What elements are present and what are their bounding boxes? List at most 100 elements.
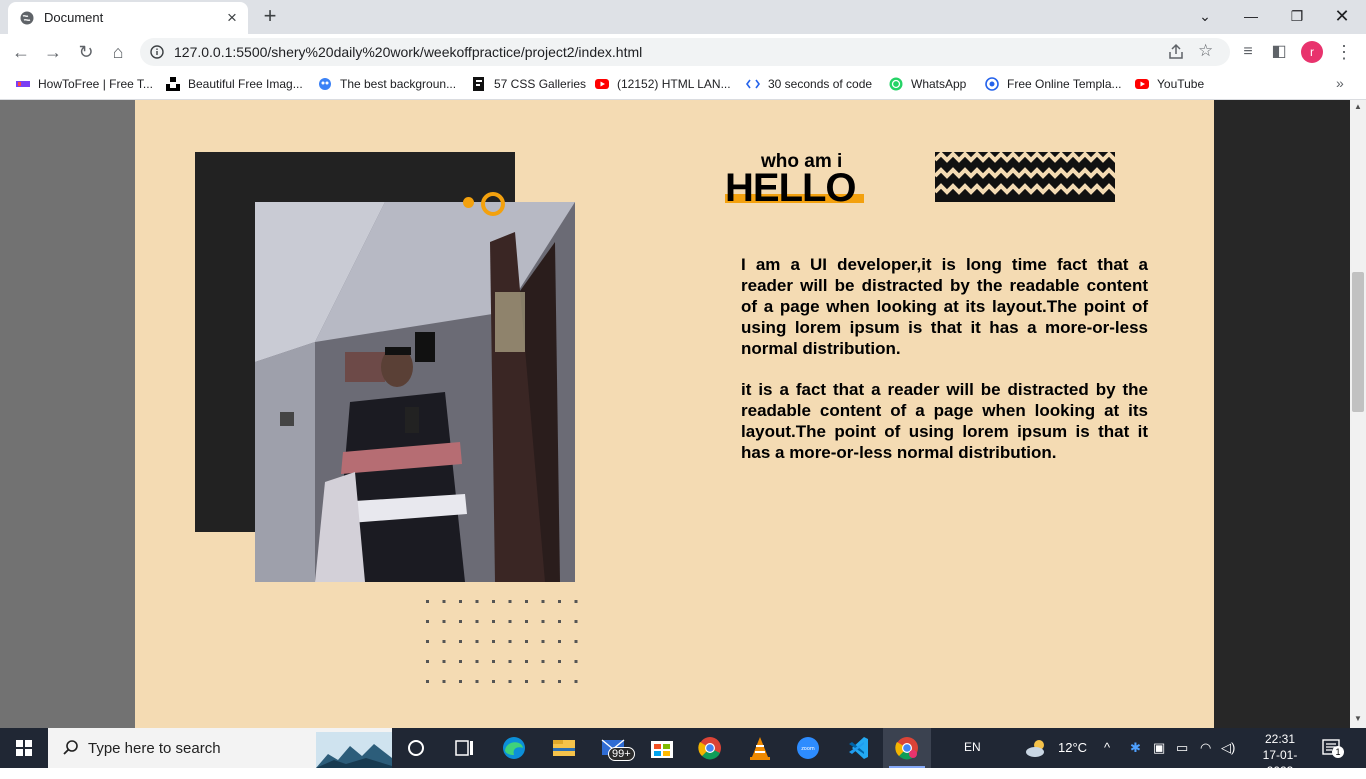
new-tab-button[interactable]: +: [260, 5, 280, 27]
zoom-icon[interactable]: zoom: [784, 728, 832, 768]
youtube-icon: [1135, 79, 1149, 89]
code-icon: [746, 79, 760, 89]
side-panel-icon[interactable]: ◧: [1268, 41, 1290, 63]
unsplash-icon: [166, 77, 180, 91]
notification-center-icon[interactable]: 1: [1322, 738, 1344, 758]
info-icon[interactable]: [150, 45, 164, 59]
template-icon: [985, 77, 999, 91]
scroll-up-arrow-icon[interactable]: ▲: [1354, 102, 1362, 111]
home-icon[interactable]: ⌂: [107, 41, 129, 63]
system-clock[interactable]: 22:31 17-01-2023: [1252, 731, 1308, 779]
grid-dot: [525, 640, 528, 643]
mail-badge: 99+: [608, 747, 635, 761]
reading-list-icon[interactable]: ≡: [1237, 41, 1259, 63]
language-indicator[interactable]: EN: [964, 740, 981, 754]
search-highlight-art: [316, 732, 392, 768]
grid-dot: [558, 620, 561, 623]
grid-dot: [475, 620, 479, 623]
vlc-icon[interactable]: [736, 728, 784, 768]
menu-kebab-icon[interactable]: ⋮: [1333, 41, 1355, 63]
grid-dot: [475, 660, 479, 663]
bio-paragraph-2: it is a fact that a reader will be distr…: [741, 380, 1148, 462]
grid-dot: [508, 600, 512, 603]
profile-avatar[interactable]: r: [1301, 41, 1323, 63]
grid-dot: [574, 660, 578, 663]
grid-dot: [442, 640, 446, 643]
edge-icon[interactable]: [490, 728, 538, 768]
grid-dot: [541, 680, 545, 683]
battery-icon[interactable]: ▭: [1176, 740, 1188, 756]
tab-search-chevron-icon[interactable]: ⌄: [1190, 5, 1220, 27]
back-icon[interactable]: ←: [10, 41, 32, 63]
scroll-thumb[interactable]: [1352, 272, 1364, 412]
clock-date: 17-01-2023: [1262, 748, 1298, 778]
grid-dot: [541, 660, 545, 663]
notification-count-badge: 1: [1332, 746, 1344, 758]
windows-taskbar: Type here to search 99+ zoom EN 12°C ^ ✱…: [0, 728, 1366, 778]
file-explorer-icon[interactable]: [540, 728, 588, 768]
grid-dot: [475, 680, 479, 683]
grid-dot: [558, 680, 561, 683]
grid-dot: [492, 640, 495, 643]
grid-dot: [492, 680, 495, 683]
grid-dot: [492, 660, 495, 663]
task-view-icon[interactable]: [440, 728, 488, 768]
dot-grid-decoration: [426, 600, 578, 683]
weather-icon[interactable]: [1024, 737, 1050, 759]
wifi-icon[interactable]: ◠: [1200, 740, 1211, 756]
grid-dot: [558, 660, 561, 663]
tab-strip: Document × + ⌄ — ❐ ✕: [0, 0, 1366, 34]
minimize-button[interactable]: —: [1236, 5, 1266, 27]
grid-dot: [442, 600, 446, 603]
bookmark-star-icon[interactable]: ☆: [1198, 42, 1213, 60]
show-hidden-icons-chevron-icon[interactable]: ^: [1104, 740, 1110, 755]
reload-icon[interactable]: ↻: [75, 41, 97, 63]
grid-dot: [525, 600, 528, 603]
grid-dot: [475, 640, 479, 643]
chrome-active-window-icon[interactable]: [883, 728, 931, 768]
restore-button[interactable]: ❐: [1282, 5, 1312, 27]
profile-photo: [255, 202, 575, 582]
grid-dot: [508, 680, 512, 683]
scroll-down-arrow-icon[interactable]: ▼: [1354, 714, 1362, 723]
tab-document[interactable]: Document ×: [8, 2, 248, 34]
taskbar-search-box[interactable]: Type here to search: [48, 728, 392, 768]
grid-dot: [541, 600, 545, 603]
whatsapp-icon: [889, 77, 903, 91]
chrome-icon[interactable]: [686, 728, 734, 768]
more-bookmarks-icon[interactable]: »: [1336, 75, 1344, 91]
photo-illustration: [255, 202, 575, 582]
svg-text:zoom: zoom: [801, 746, 815, 752]
grid-dot: [541, 620, 545, 623]
windows-start-icon[interactable]: [0, 728, 48, 768]
about-section: who am i HELLO I am a UI developer,it is…: [135, 100, 1214, 728]
temperature-text[interactable]: 12°C: [1058, 740, 1087, 755]
grid-dot: [558, 640, 561, 643]
share-icon[interactable]: [1167, 43, 1185, 61]
grid-dot: [459, 620, 462, 623]
cortana-icon[interactable]: [392, 728, 440, 768]
mail-icon[interactable]: 99+: [590, 728, 638, 768]
globe-icon: [20, 11, 34, 25]
youtube-icon: [595, 79, 609, 89]
close-window-button[interactable]: ✕: [1327, 5, 1357, 27]
close-tab-icon[interactable]: ×: [224, 9, 240, 26]
bluetooth-icon[interactable]: ✱: [1130, 740, 1141, 756]
grid-dot: [426, 600, 429, 603]
grid-dot: [508, 660, 512, 663]
grid-dot: [426, 640, 429, 643]
meet-now-icon[interactable]: ▣: [1153, 740, 1165, 756]
accent-ring: [481, 192, 505, 216]
grid-dot: [574, 600, 578, 603]
grid-dot: [475, 600, 479, 603]
forward-icon[interactable]: →: [42, 41, 64, 63]
volume-icon[interactable]: ◁): [1221, 740, 1235, 756]
vertical-scrollbar[interactable]: ▲ ▼: [1350, 100, 1366, 728]
store-icon[interactable]: [638, 728, 686, 768]
vscode-icon[interactable]: [834, 728, 882, 768]
address-bar[interactable]: 127.0.0.1:5500/shery%20daily%20work/week…: [140, 38, 1230, 66]
hello-heading: HELLO: [725, 166, 857, 210]
grid-dot: [574, 680, 578, 683]
howtofree-icon: [16, 81, 30, 87]
clock-time: 22:31: [1264, 732, 1296, 746]
